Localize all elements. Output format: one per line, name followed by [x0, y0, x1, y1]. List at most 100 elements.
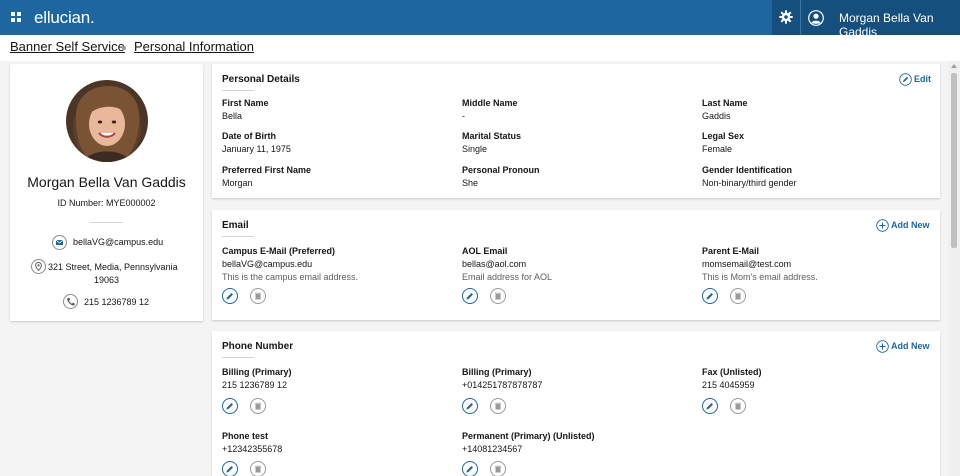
- pencil-icon: [466, 403, 473, 410]
- profile-name: Morgan Bella Van Gaddis: [27, 174, 186, 190]
- email-label: Campus E-Mail (Preferred): [222, 246, 336, 256]
- phone-section-title: Phone Number: [222, 341, 294, 352]
- delete-email-button[interactable]: [250, 288, 266, 304]
- top-bar: ellucian. Morgan Bella Van Gaddis: [0, 0, 960, 39]
- trash-icon: [255, 402, 261, 410]
- phone-value: 215 1236789 12: [222, 380, 288, 390]
- edit-phone-button[interactable]: [222, 461, 238, 476]
- trash-icon: [495, 292, 501, 300]
- ellucian-logo[interactable]: ellucian.: [34, 8, 95, 28]
- field-label: Last Name: [702, 98, 748, 108]
- email-label: Parent E-Mail: [702, 246, 760, 256]
- user-avatar-icon[interactable]: [808, 10, 824, 26]
- email-description: Email address for AOL: [462, 272, 553, 282]
- field-label: Gender Identification: [702, 165, 793, 175]
- pencil-icon: [226, 466, 233, 473]
- email-label: AOL Email: [462, 246, 508, 256]
- edit-phone-button[interactable]: [702, 398, 718, 414]
- pencil-icon: [706, 293, 713, 300]
- delete-phone-button[interactable]: [730, 398, 746, 414]
- pencil-icon: [226, 293, 233, 300]
- location-pin-icon: [31, 259, 46, 274]
- breadcrumb-personal-information[interactable]: Personal Information: [134, 39, 254, 54]
- profile-divider: [90, 222, 123, 223]
- email-value: bellaVG@campus.edu: [222, 259, 313, 269]
- phone-value: +014251787878787: [462, 380, 543, 390]
- profile-address-line2: 19063: [93, 275, 120, 285]
- trash-icon: [735, 292, 741, 300]
- edit-email-button[interactable]: [702, 288, 718, 304]
- pencil-icon: [466, 466, 473, 473]
- field-value: Female: [702, 144, 733, 154]
- section-divider: [222, 236, 254, 237]
- breadcrumb-banner-self-service[interactable]: Banner Self Service: [10, 39, 125, 54]
- edit-phone-button[interactable]: [462, 398, 478, 414]
- add-new-label: Add New: [891, 220, 930, 230]
- field-label: Date of Birth: [222, 131, 276, 141]
- profile-photo: [66, 80, 148, 162]
- personal-details-section: Personal Details Edit First Name Bella M…: [212, 64, 940, 198]
- field-value: Non-binary/third gender: [702, 178, 797, 188]
- field-label: First Name: [222, 98, 269, 108]
- field-label: Preferred First Name: [222, 165, 312, 175]
- field-value: January 11, 1975: [222, 144, 291, 154]
- email-value: bellas@aol.com: [462, 259, 527, 269]
- trash-icon: [495, 402, 501, 410]
- personal-details-title: Personal Details: [222, 74, 300, 85]
- edit-phone-button[interactable]: [222, 398, 238, 414]
- section-divider: [222, 90, 254, 91]
- email-description: This is the campus email address.: [222, 272, 359, 282]
- field-label: Middle Name: [462, 98, 518, 108]
- section-divider: [222, 357, 254, 358]
- pencil-circle-icon: [899, 73, 912, 86]
- trash-icon: [735, 402, 741, 410]
- email-section: Email Add New Campus E-Mail (Preferred) …: [212, 210, 940, 320]
- profile-id-number: ID Number: MYE000002: [57, 198, 156, 208]
- breadcrumb: Banner Self Service Personal Information: [0, 35, 960, 61]
- delete-email-button[interactable]: [490, 288, 506, 304]
- profile-phone: 215 1236789 12: [84, 297, 150, 307]
- field-value: Gaddis: [702, 111, 731, 121]
- delete-phone-button[interactable]: [250, 461, 266, 476]
- add-new-label: Add New: [891, 341, 930, 351]
- gear-icon[interactable]: [779, 10, 793, 24]
- delete-phone-button[interactable]: [490, 461, 506, 476]
- trash-icon: [255, 465, 261, 473]
- profile-card: Morgan Bella Van Gaddis ID Number: MYE00…: [10, 64, 203, 321]
- pencil-icon: [226, 403, 233, 410]
- plus-circle-icon: [876, 219, 889, 232]
- scrollbar-thumb[interactable]: [951, 73, 957, 248]
- edit-email-button[interactable]: [222, 288, 238, 304]
- app-grid-icon[interactable]: [10, 11, 24, 25]
- phone-value: +12342355678: [222, 444, 283, 454]
- email-icon: [52, 235, 67, 250]
- field-label: Legal Sex: [702, 131, 745, 141]
- phone-label: Fax (Unlisted): [702, 367, 762, 377]
- plus-circle-icon: [876, 340, 889, 353]
- field-label: Personal Pronoun: [462, 165, 540, 175]
- field-label: Marital Status: [462, 131, 522, 141]
- profile-email[interactable]: bellaVG@campus.edu: [73, 237, 193, 247]
- header-divider: [800, 0, 801, 35]
- pencil-icon: [466, 293, 473, 300]
- phone-label: Permanent (Primary) (Unlisted): [462, 431, 595, 441]
- field-value: She: [462, 178, 479, 188]
- page-scrollbar[interactable]: [948, 61, 960, 476]
- delete-email-button[interactable]: [730, 288, 746, 304]
- email-value: momsemail@test.com: [702, 259, 792, 269]
- phone-value: 215 4045959: [702, 380, 755, 390]
- email-section-title: Email: [222, 220, 249, 231]
- trash-icon: [255, 292, 261, 300]
- scroll-up-arrow-icon[interactable]: [951, 64, 957, 68]
- profile-address-line1: 321 Street, Media, Pennsylvania: [48, 262, 178, 272]
- field-value: Morgan: [222, 178, 253, 188]
- delete-phone-button[interactable]: [490, 398, 506, 414]
- edit-phone-button[interactable]: [462, 461, 478, 476]
- email-description: This is Mom's email address.: [702, 272, 818, 282]
- field-value: Single: [462, 144, 488, 154]
- phone-label: Phone test: [222, 431, 269, 441]
- edit-email-button[interactable]: [462, 288, 478, 304]
- field-value: -: [462, 111, 465, 121]
- field-value: Bella: [222, 111, 243, 121]
- delete-phone-button[interactable]: [250, 398, 266, 414]
